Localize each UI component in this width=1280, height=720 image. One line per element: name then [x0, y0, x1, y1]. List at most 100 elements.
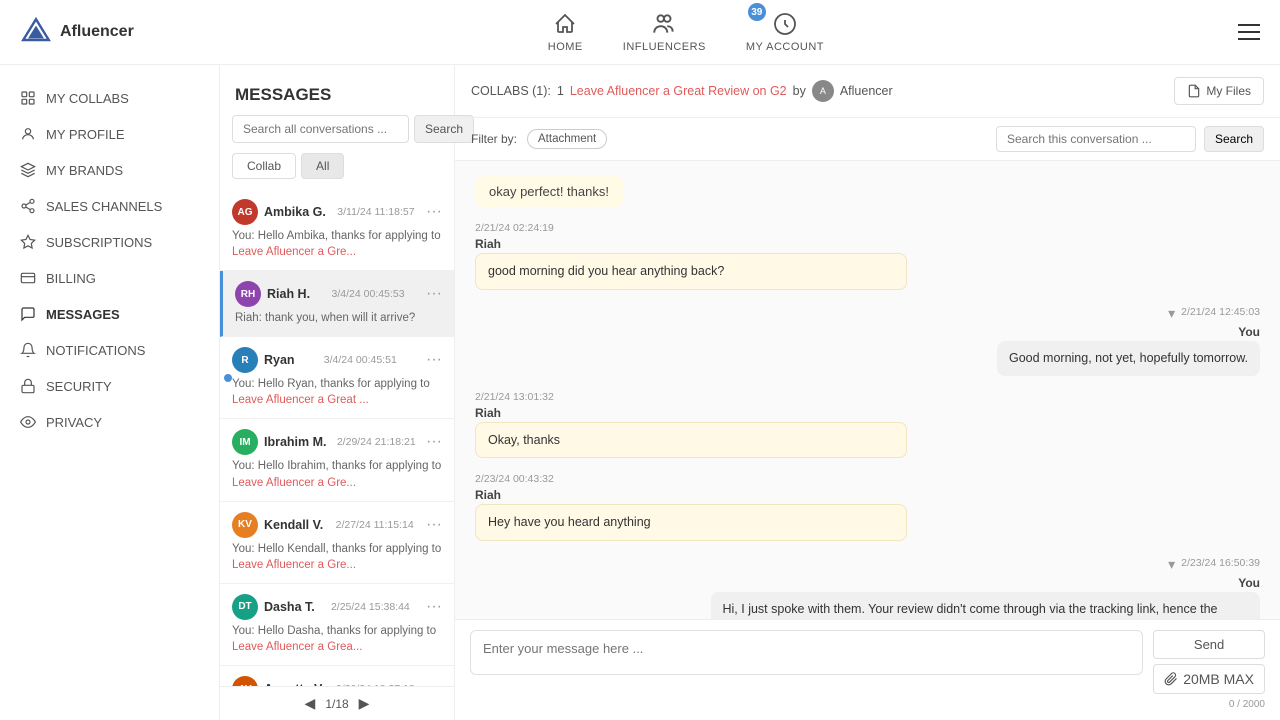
logo[interactable]: Afluencer [20, 16, 134, 48]
conv-date: 2/25/24 15:38:44 [331, 601, 410, 613]
msg-date: 2/21/24 13:01:32 [475, 391, 907, 403]
sidebar-label-subscriptions: SUBSCRIPTIONS [46, 235, 152, 250]
collab-link[interactable]: Leave Afluencer a Great ... [232, 394, 369, 406]
collab-link[interactable]: Leave Afluencer a Gre... [232, 477, 356, 489]
nav-home[interactable]: HOME [548, 11, 583, 53]
collab-title-link[interactable]: Leave Afluencer a Great Review on G2 [570, 84, 787, 98]
top-nav: Afluencer 39 HOME INFLUENCERS [0, 0, 1280, 65]
sidebar-item-notifications[interactable]: NOTIFICATIONS [0, 332, 219, 368]
list-item[interactable]: AV Annette V. 2/20/24 18:37:18 ··· You: … [220, 666, 454, 686]
nav-badge: 39 [748, 3, 766, 21]
pagination-prev[interactable]: ◀ [305, 695, 316, 712]
nav-home-label: HOME [548, 41, 583, 53]
lock-icon [20, 378, 36, 394]
conv-more-btn[interactable]: ··· [426, 433, 442, 451]
conv-name: R Ryan [232, 347, 295, 373]
pagination-info: 1/18 [325, 697, 348, 711]
chevron-down-icon[interactable]: ▾ [1168, 556, 1175, 573]
main-nav: 39 HOME INFLUENCERS [548, 11, 824, 53]
sidebar-item-security[interactable]: SECURITY [0, 368, 219, 404]
conv-search-field[interactable] [996, 126, 1196, 152]
sidebar-label-notifications: NOTIFICATIONS [46, 343, 145, 358]
sidebar-label-my-collabs: MY COLLABS [46, 91, 129, 106]
list-item[interactable]: DT Dasha T. 2/25/24 15:38:44 ··· You: He… [220, 584, 454, 666]
sidebar-item-my-collabs[interactable]: MY COLLABS [0, 80, 219, 116]
my-files-button[interactable]: My Files [1174, 77, 1264, 105]
message-item: ▾ 2/23/24 16:50:39 You Hi, I just spoke … [711, 556, 1261, 619]
collab-by: by [793, 84, 806, 98]
send-button[interactable]: Send [1153, 630, 1265, 659]
conv-name: KV Kendall V. [232, 512, 323, 538]
conv-preview: You: Hello Ibrahim, thanks for applying … [232, 458, 442, 490]
sidebar-item-privacy[interactable]: PRIVACY [0, 404, 219, 440]
sidebar-item-my-profile[interactable]: MY PROFILE [0, 116, 219, 152]
conv-name: AG Ambika G. [232, 199, 326, 225]
conv-date: 2/29/24 21:18:21 [337, 436, 416, 448]
sidebar-item-sales-channels[interactable]: SALES CHANNELS [0, 188, 219, 224]
avatar: RH [235, 281, 261, 307]
msg-text: Hey have you heard anything [475, 504, 907, 541]
conv-date: 3/4/24 00:45:51 [324, 354, 397, 366]
conv-more-btn[interactable]: ··· [426, 516, 442, 534]
conv-search-input[interactable] [232, 115, 409, 143]
sidebar-item-messages[interactable]: MESSAGES [0, 296, 219, 332]
conv-header: AG Ambika G. 3/11/24 11:18:57 ··· [232, 199, 442, 225]
filter-by-label: Filter by: [471, 132, 517, 146]
conv-date: 3/11/24 11:18:57 [337, 206, 414, 218]
conv-preview: Riah: thank you, when will it arrive? [235, 310, 442, 326]
file-icon [1187, 84, 1201, 98]
list-item[interactable]: KV Kendall V. 2/27/24 11:15:14 ··· You: … [220, 502, 454, 584]
collab-link[interactable]: Leave Afluencer a Gre... [232, 559, 356, 571]
pagination: ◀ 1/18 ▶ [220, 686, 454, 720]
msg-date: 2/21/24 12:45:03 [1181, 306, 1260, 318]
list-item[interactable]: IM Ibrahim M. 2/29/24 21:18:21 ··· You: … [220, 419, 454, 501]
msg-text: Hi, I just spoke with them. Your review … [711, 592, 1261, 619]
filter-bar: Filter by: Attachment Search [455, 118, 1280, 161]
collab-link[interactable]: Leave Afluencer a Grea... [232, 641, 362, 653]
avatar: AG [232, 199, 258, 225]
hamburger-menu[interactable] [1238, 24, 1260, 40]
chevron-down-icon[interactable]: ▾ [1168, 305, 1175, 322]
star-icon [20, 234, 36, 250]
share-icon [20, 198, 36, 214]
list-item[interactable]: AG Ambika G. 3/11/24 11:18:57 ··· You: H… [220, 189, 454, 271]
influencers-icon [651, 11, 677, 37]
conv-name: IM Ibrahim M. [232, 429, 327, 455]
list-item[interactable]: R Ryan 3/4/24 00:45:51 ··· You: Hello Ry… [220, 337, 454, 419]
sidebar-item-subscriptions[interactable]: SUBSCRIPTIONS [0, 224, 219, 260]
conv-more-btn[interactable]: ··· [426, 285, 442, 303]
grid-icon [20, 90, 36, 106]
sidebar-label-my-brands: MY BRANDS [46, 163, 123, 178]
sidebar-label-sales-channels: SALES CHANNELS [46, 199, 162, 214]
list-item[interactable]: RH Riah H. 3/4/24 00:45:53 ··· Riah: tha… [220, 271, 454, 337]
filter-all-btn[interactable]: All [301, 153, 344, 179]
message-item: 2/21/24 02:24:19 Riah good morning did y… [475, 222, 907, 290]
pagination-next[interactable]: ▶ [359, 695, 370, 712]
char-count: 0 / 2000 [1153, 699, 1265, 710]
collabs-count: 1 [557, 84, 564, 98]
conv-more-btn[interactable]: ··· [426, 680, 442, 686]
collab-link[interactable]: Leave Afluencer a Gre... [232, 246, 356, 258]
conv-search-row: Search [220, 115, 454, 153]
conv-date: 2/20/24 18:37:18 [336, 683, 415, 686]
compose-input[interactable] [470, 630, 1143, 675]
filter-collab-btn[interactable]: Collab [232, 153, 296, 179]
chat-header: COLLABS (1): 1 Leave Afluencer a Great R… [455, 65, 1280, 118]
conv-more-btn[interactable]: ··· [426, 203, 442, 221]
conv-more-btn[interactable]: ··· [426, 598, 442, 616]
attachment-filter[interactable]: Attachment [527, 129, 607, 149]
nav-influencers[interactable]: INFLUENCERS [623, 11, 706, 53]
bell-icon [20, 342, 36, 358]
conv-search-btn[interactable]: Search [1204, 126, 1264, 152]
attach-button[interactable]: 20MB MAX [1153, 664, 1265, 694]
message-item: okay perfect! thanks! [475, 176, 1260, 207]
chat-panel: COLLABS (1): 1 Leave Afluencer a Great R… [455, 65, 1280, 720]
msg-sender: Riah [475, 406, 907, 420]
sidebar-item-my-brands[interactable]: MY BRANDS [0, 152, 219, 188]
main-layout: MY COLLABS MY PROFILE MY BRANDS SALES CH… [0, 65, 1280, 720]
nav-my-account-label: MY ACCOUNT [746, 41, 824, 53]
msg-date: 2/21/24 02:24:19 [475, 222, 907, 234]
conv-more-btn[interactable]: ··· [426, 351, 442, 369]
conv-preview: You: Hello Ambika, thanks for applying t… [232, 228, 442, 260]
sidebar-item-billing[interactable]: BILLING [0, 260, 219, 296]
